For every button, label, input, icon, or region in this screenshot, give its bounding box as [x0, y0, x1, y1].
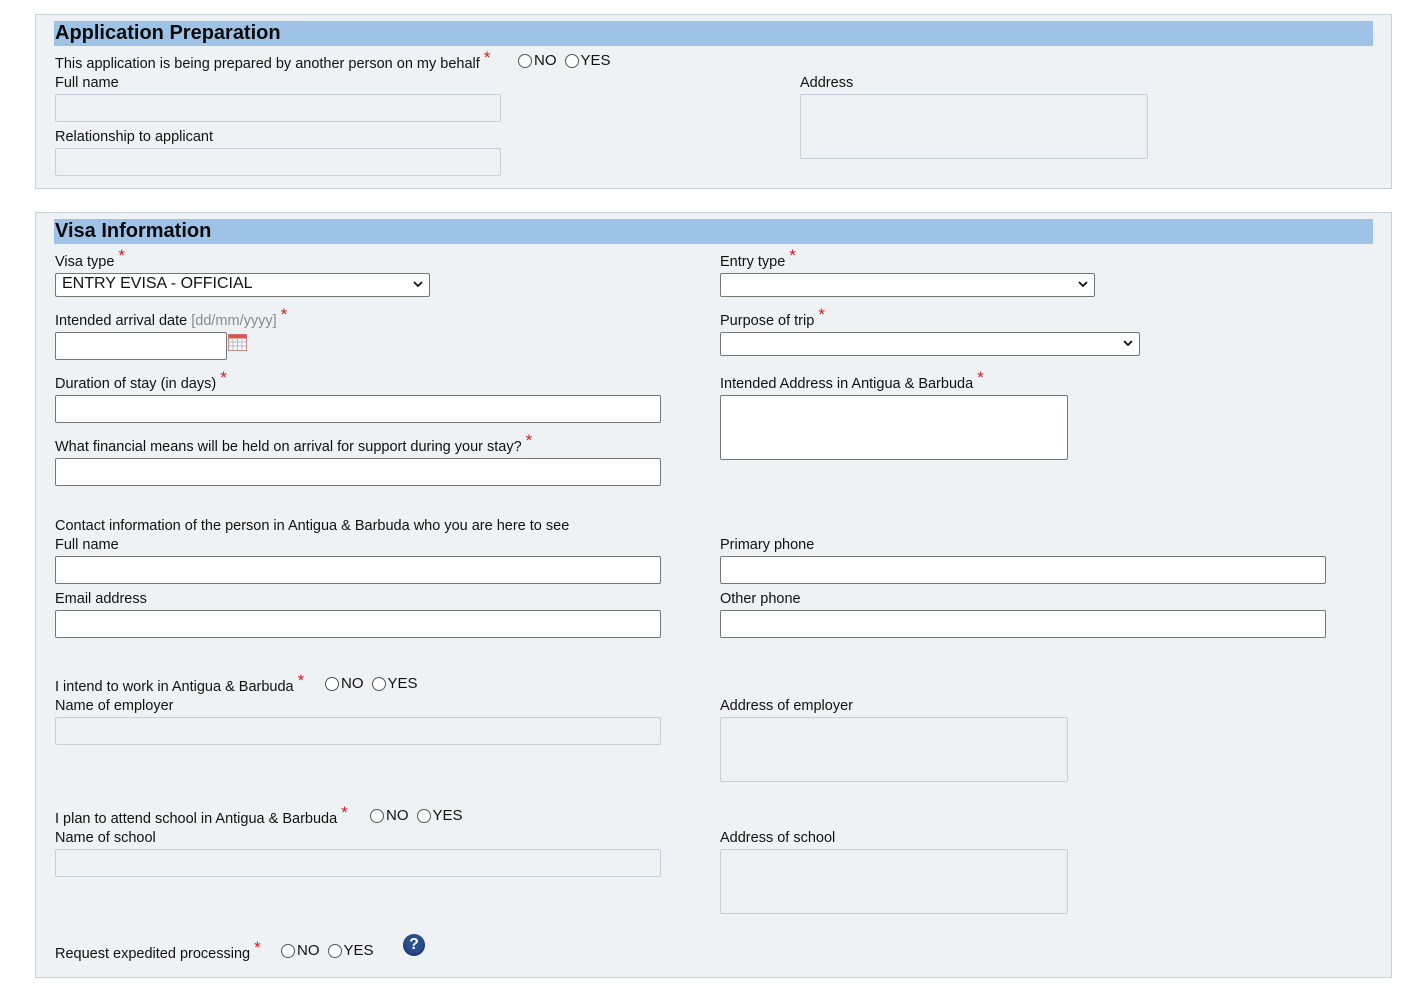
employer-address-label: Address of employer [720, 698, 853, 714]
radio-yes-label: YES [580, 52, 611, 69]
school-intent-label: I plan to attend school in Antigua & Bar… [55, 803, 348, 828]
radio-no-label: NO [386, 807, 409, 824]
required-marker: * [818, 305, 825, 324]
required-marker: * [297, 671, 305, 690]
preparer-address-textarea[interactable] [800, 94, 1148, 159]
other-phone-label: Other phone [720, 591, 801, 607]
required-marker: * [280, 305, 288, 324]
required-marker: * [483, 48, 491, 67]
purpose-select[interactable] [720, 332, 1140, 356]
visa-type-text: Visa type [55, 254, 115, 270]
chevron-down-icon [1078, 281, 1088, 288]
school-intent-no-radio[interactable] [370, 808, 384, 823]
arrival-date-text: Intended arrival date [55, 313, 188, 329]
purpose-label: Purpose of trip * [720, 305, 825, 330]
radio-yes-label: YES [387, 675, 418, 692]
contact-email-input[interactable] [55, 610, 661, 638]
radio-yes-label: YES [343, 942, 374, 959]
contact-full-name-input[interactable] [55, 556, 661, 584]
school-intent-yes-radio[interactable] [416, 808, 431, 823]
intended-address-textarea[interactable] [720, 395, 1068, 460]
school-name-label: Name of school [55, 830, 156, 846]
prepared-by-other-no-radio[interactable] [518, 53, 532, 68]
entry-type-text: Entry type [720, 254, 786, 270]
arrival-date-input[interactable] [55, 332, 227, 360]
duration-input[interactable] [55, 395, 661, 423]
preparer-full-name-input[interactable] [55, 94, 501, 122]
work-intent-radio-group: NO YES [325, 675, 426, 692]
school-intent-radio-group: NO YES [370, 807, 471, 824]
visa-type-select[interactable]: ENTRY EVISA - OFFICIAL [55, 273, 430, 297]
entry-type-label: Entry type * [720, 246, 796, 271]
prepared-by-other-text: This application is being prepared by an… [55, 56, 480, 72]
arrival-date-format-hint: [dd/mm/yyyy] [191, 313, 277, 329]
school-name-input[interactable] [55, 849, 661, 877]
contact-email-label: Email address [55, 591, 147, 607]
employer-address-textarea[interactable] [720, 717, 1068, 782]
preparer-address-label: Address [800, 75, 854, 91]
employer-name-input[interactable] [55, 717, 661, 745]
expedited-processing-label: Request expedited processing * [55, 938, 261, 963]
school-address-textarea[interactable] [720, 849, 1068, 914]
expedited-yes-radio[interactable] [327, 943, 342, 958]
chevron-down-icon [1123, 340, 1133, 347]
preparer-relationship-input[interactable] [55, 148, 501, 176]
entry-type-select[interactable] [720, 273, 1095, 297]
contact-full-name-label: Full name [55, 537, 119, 553]
school-address-label: Address of school [720, 830, 836, 846]
visa-information-title: Visa Information [54, 219, 1373, 244]
intended-address-label: Intended Address in Antigua & Barbuda * [720, 368, 984, 393]
purpose-text: Purpose of trip [720, 313, 815, 329]
required-marker: * [254, 938, 261, 957]
duration-text: Duration of stay (in days) [55, 376, 217, 392]
application-preparation-title: Application Preparation [54, 21, 1373, 46]
visa-type-label: Visa type * [55, 246, 125, 271]
radio-no-label: NO [534, 52, 557, 69]
work-intent-yes-radio[interactable] [371, 676, 386, 691]
required-marker: * [220, 368, 227, 387]
intended-address-text: Intended Address in Antigua & Barbuda [720, 376, 974, 392]
required-marker: * [525, 431, 533, 450]
contact-intro-text: Contact information of the person in Ant… [55, 518, 570, 534]
primary-phone-input[interactable] [720, 556, 1326, 584]
required-marker: * [977, 368, 984, 387]
required-marker: * [118, 246, 126, 265]
work-intent-label: I intend to work in Antigua & Barbuda * [55, 671, 304, 696]
other-phone-input[interactable] [720, 610, 1326, 638]
chevron-down-icon [413, 281, 423, 288]
expedited-no-radio[interactable] [281, 943, 295, 958]
expedited-radio-group: NO YES [281, 942, 382, 959]
preparer-full-name-label: Full name [55, 75, 119, 91]
duration-label: Duration of stay (in days) * [55, 368, 227, 393]
calendar-icon[interactable] [228, 334, 247, 351]
radio-no-label: NO [341, 675, 364, 692]
employer-name-label: Name of employer [55, 698, 174, 714]
prepared-by-other-yes-radio[interactable] [564, 53, 579, 68]
school-intent-text: I plan to attend school in Antigua & Bar… [55, 811, 338, 827]
prepared-by-other-radio-group: NO YES [518, 52, 619, 69]
arrival-date-label: Intended arrival date [dd/mm/yyyy] * [55, 305, 287, 330]
primary-phone-label: Primary phone [720, 537, 815, 553]
required-marker: * [789, 246, 796, 265]
radio-yes-label: YES [432, 807, 463, 824]
visa-type-selected-value: ENTRY EVISA - OFFICIAL [62, 275, 253, 292]
preparer-relationship-label: Relationship to applicant [55, 129, 213, 145]
expedited-processing-text: Request expedited processing [55, 946, 251, 962]
financial-means-label: What financial means will be held on arr… [55, 431, 532, 456]
work-intent-text: I intend to work in Antigua & Barbuda [55, 679, 294, 695]
help-icon[interactable]: ? [403, 934, 425, 956]
prepared-by-other-label: This application is being prepared by an… [55, 48, 490, 73]
required-marker: * [341, 803, 348, 822]
radio-no-label: NO [297, 942, 320, 959]
work-intent-no-radio[interactable] [325, 676, 339, 691]
financial-means-text: What financial means will be held on arr… [55, 439, 522, 455]
financial-means-input[interactable] [55, 458, 661, 486]
